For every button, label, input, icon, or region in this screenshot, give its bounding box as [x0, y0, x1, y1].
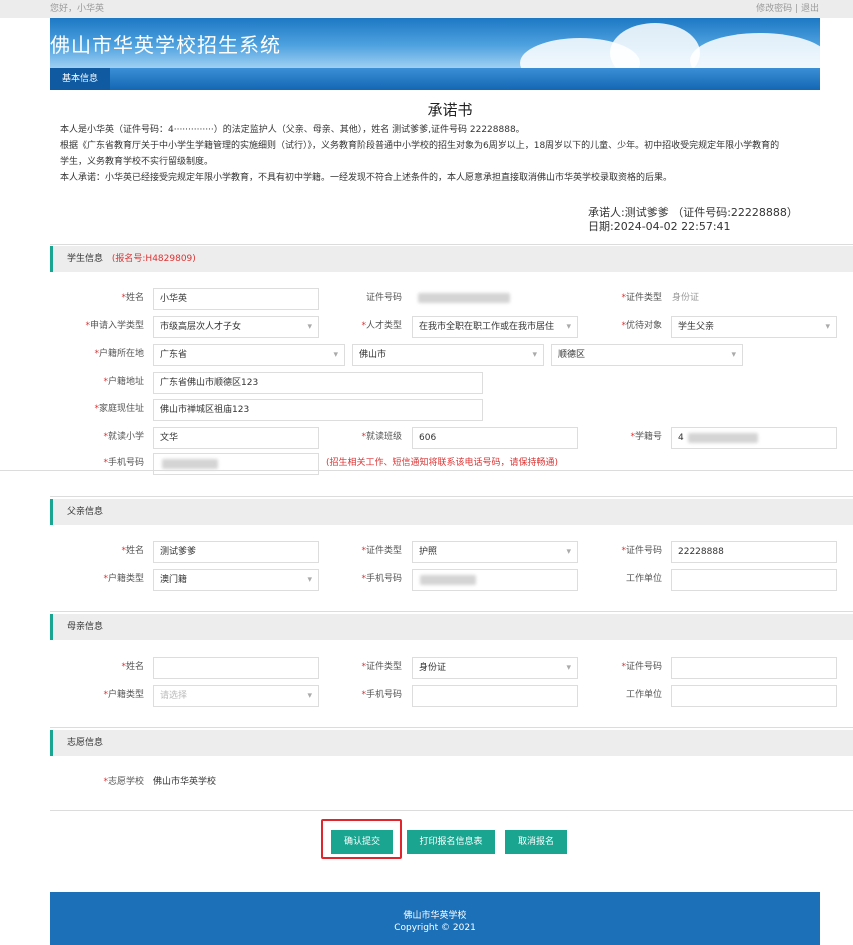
section-title: 父亲信息: [67, 507, 104, 517]
section-title: 学生信息: [67, 254, 104, 264]
pledge-line: 根据《广东省教育厅关于中小学生学籍管理的实施细则（试行）》，义务教育阶段普通中小…: [60, 141, 780, 151]
divider: [50, 727, 853, 728]
redacted-phone: [162, 459, 218, 469]
pledge-line: 本人是小华英（证件号码：4··············）的法定监护人（父亲、母亲…: [60, 125, 525, 135]
cancel-registration-button[interactable]: 取消报名: [505, 830, 567, 854]
pledge-title: 承诺书: [427, 101, 473, 119]
mother-name-input[interactable]: [153, 657, 319, 679]
change-password-link[interactable]: 修改密码: [756, 4, 792, 14]
father-name-label: *姓名: [121, 546, 144, 556]
class-label: *就读班级: [361, 432, 402, 442]
father-id-no-label: *证件号码: [621, 546, 662, 556]
apply-type-label: *申请入学类型: [85, 321, 144, 331]
wish-school-value: 佛山市华英学校: [153, 777, 217, 787]
student-id-type-value: 身份证: [672, 293, 700, 303]
nav-bar: 基本信息: [50, 68, 820, 90]
city-select[interactable]: 佛山市: [352, 344, 544, 366]
mother-id-type-select[interactable]: 身份证: [412, 657, 578, 679]
greeting-text: 您好，小华英: [50, 4, 105, 14]
home-address-input[interactable]: 佛山市禅城区祖庙123: [153, 399, 483, 421]
divider: [50, 810, 853, 811]
huji-location-label: *户籍所在地: [94, 349, 144, 359]
huji-address-label: *户籍地址: [103, 377, 144, 387]
class-input[interactable]: 606: [412, 427, 578, 449]
mother-id-no-input[interactable]: [671, 657, 837, 679]
redacted-id-number: [418, 293, 510, 303]
mother-section-header: 母亲信息: [50, 614, 853, 640]
primary-school-label: *就读小学: [103, 432, 144, 442]
student-id-label: 证件号码: [365, 293, 402, 303]
wish-section-header: 志愿信息: [50, 730, 853, 756]
link-separator: |: [795, 4, 799, 14]
student-name-label: *姓名: [121, 293, 144, 303]
priority-label: *优待对象: [621, 321, 662, 331]
home-address-label: *家庭现住址: [94, 404, 144, 414]
divider: [50, 496, 853, 497]
header-banner: 佛山市华英学校招生系统: [50, 18, 820, 68]
student-name-input[interactable]: 小华英: [153, 288, 319, 310]
father-work-label: 工作单位: [625, 574, 662, 584]
mother-huji-type-label: *户籍类型: [103, 690, 144, 700]
apply-type-select[interactable]: 市级高层次人才子女: [153, 316, 319, 338]
page-footer: 佛山市华英学校 Copyright © 2021: [50, 892, 820, 945]
system-title: 佛山市华英学校招生系统: [50, 33, 281, 57]
student-section-header: 学生信息 (报名号:H4829809): [50, 246, 853, 272]
district-select[interactable]: 顺德区: [551, 344, 743, 366]
section-title: 母亲信息: [67, 622, 104, 632]
divider: [50, 244, 853, 245]
father-id-type-label: *证件类型: [361, 546, 402, 556]
mother-huji-type-select[interactable]: 请选择: [153, 685, 319, 707]
father-id-no-input[interactable]: 22228888: [671, 541, 837, 563]
father-huji-type-label: *户籍类型: [103, 574, 144, 584]
redacted-phone: [420, 575, 476, 585]
father-phone-label: *手机号码: [361, 574, 402, 584]
footer-school: 佛山市华英学校: [403, 911, 467, 921]
top-links: 修改密码 | 退出: [756, 0, 819, 18]
student-id-type-label: *证件类型: [621, 293, 662, 303]
father-work-input[interactable]: [671, 569, 837, 591]
wish-school-label: *志愿学校: [103, 777, 144, 787]
huji-address-input[interactable]: 广东省佛山市顺德区123: [153, 372, 483, 394]
top-bar: 您好，小华英 修改密码 | 退出: [0, 0, 853, 18]
tab-basic-info[interactable]: 基本信息: [50, 68, 111, 90]
print-form-button[interactable]: 打印报名信息表: [407, 830, 495, 854]
signer-text: 承诺人:测试爹爹 （证件号码:22228888）: [588, 206, 798, 219]
priority-select[interactable]: 学生父亲: [671, 316, 837, 338]
father-id-type-select[interactable]: 护照: [412, 541, 578, 563]
pledge-line: 学生，义务教育学校不实行留级制度。: [60, 157, 214, 167]
divider: [0, 470, 853, 471]
confirm-submit-button[interactable]: 确认提交: [331, 830, 393, 854]
mother-work-label: 工作单位: [625, 690, 662, 700]
mother-id-type-label: *证件类型: [361, 662, 402, 672]
cloud-decoration: [690, 33, 820, 68]
province-select[interactable]: 广东省: [153, 344, 345, 366]
talent-type-label: *人才类型: [361, 321, 402, 331]
divider: [50, 611, 853, 612]
mother-phone-label: *手机号码: [361, 690, 402, 700]
father-name-input[interactable]: 测试爹爹: [153, 541, 319, 563]
registration-number: (报名号:H4829809): [111, 254, 196, 264]
primary-school-input[interactable]: 文华: [153, 427, 319, 449]
talent-type-select[interactable]: 在我市全职在职工作或在我市居住: [412, 316, 578, 338]
pledge-line: 本人承诺：小华英已经接受完规定年限小学教育，不具有初中学籍。一经发现不符合上述条…: [60, 173, 673, 183]
mother-work-input[interactable]: [671, 685, 837, 707]
pledge-section: 承诺书 本人是小华英（证件号码：4··············）的法定监护人（父…: [60, 102, 840, 186]
father-huji-type-select[interactable]: 澳门籍: [153, 569, 319, 591]
student-no-label: *学籍号: [630, 432, 662, 442]
mother-name-label: *姓名: [121, 662, 144, 672]
cloud-decoration: [610, 23, 700, 68]
logout-link[interactable]: 退出: [801, 4, 819, 14]
mother-id-no-label: *证件号码: [621, 662, 662, 672]
redacted-student-no: [688, 433, 758, 443]
pledge-date: 日期:2024-04-02 22:57:41: [588, 220, 731, 233]
father-section-header: 父亲信息: [50, 499, 853, 525]
pledge-signer: 承诺人:测试爹爹 （证件号码:22228888） 日期:2024-04-02 2…: [588, 206, 798, 234]
footer-copyright: Copyright © 2021: [394, 923, 476, 933]
mother-phone-input[interactable]: [412, 685, 578, 707]
section-title: 志愿信息: [67, 738, 104, 748]
